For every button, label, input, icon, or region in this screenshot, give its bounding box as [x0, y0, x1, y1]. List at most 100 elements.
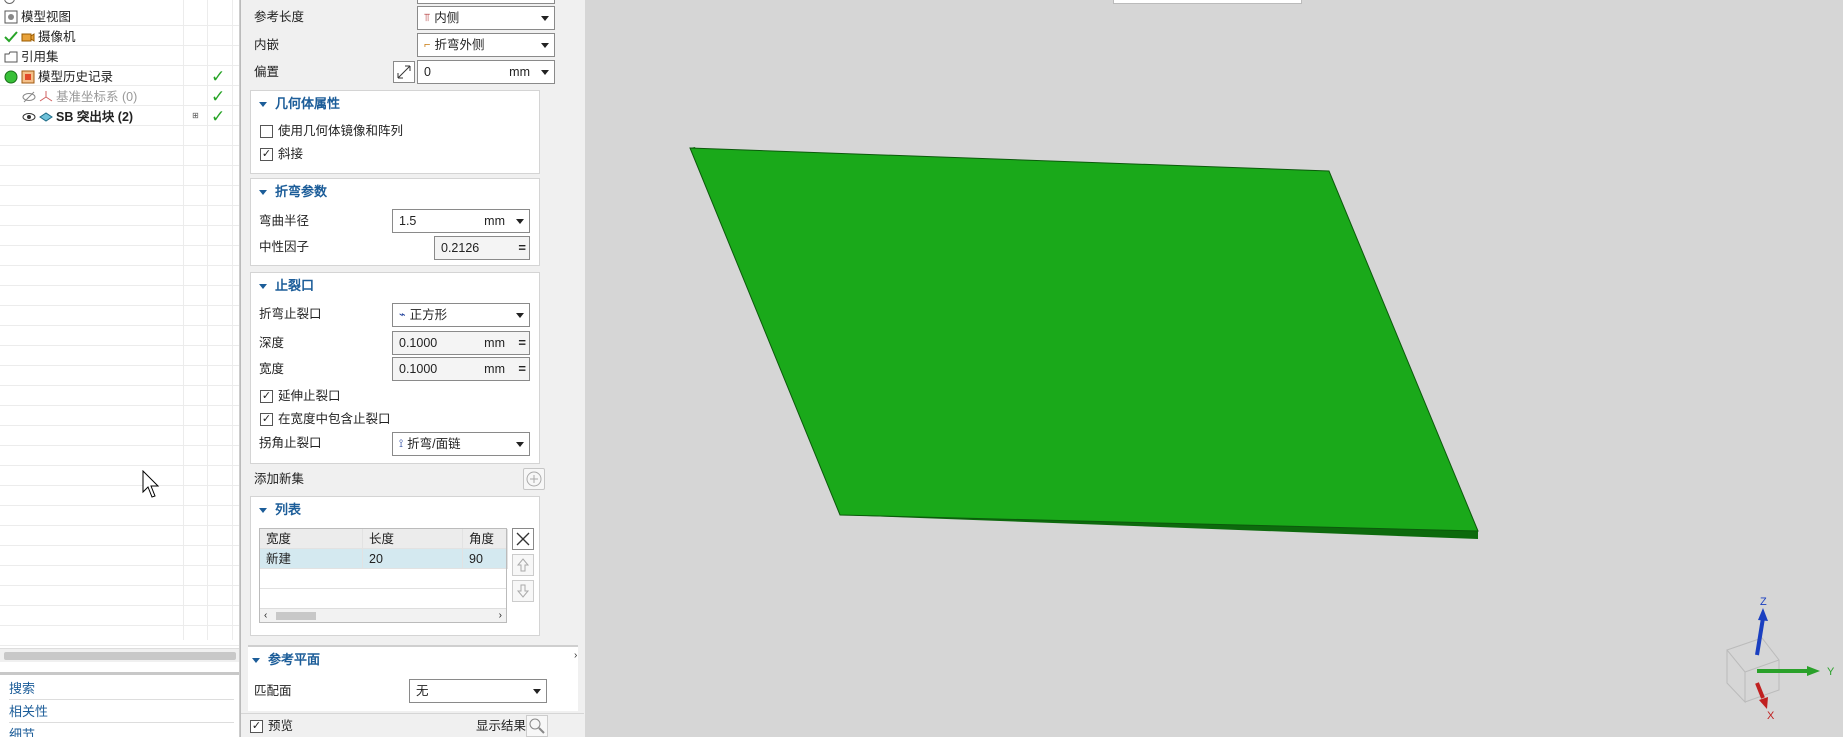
column-header-angle[interactable]: 角度 — [463, 529, 508, 549]
offset-input[interactable]: 0 mm — [417, 60, 555, 84]
k-factor-label: 中性因子 — [259, 240, 310, 254]
check-icon: ✓ — [211, 67, 226, 86]
move-down-button[interactable] — [512, 580, 534, 602]
offset-measure-button[interactable] — [393, 61, 415, 83]
show-result-button[interactable] — [526, 715, 548, 737]
tree-item-label: SB 突出块 (2) — [56, 110, 134, 124]
list-group: 列表 宽度 长度 角度 新建 20 90 ‹ › — [250, 496, 540, 636]
scroll-left-icon[interactable]: ‹ — [264, 609, 267, 623]
arrow-down-icon — [516, 584, 530, 598]
chevron-down-icon — [541, 70, 549, 75]
depth-label: 深度 — [259, 336, 285, 350]
column-header-width[interactable]: 宽度 — [260, 529, 363, 549]
navigator-grid-row — [0, 506, 239, 526]
mirror-pattern-checkbox[interactable] — [260, 125, 273, 138]
tree-item-label: 模型视图 — [21, 10, 72, 24]
mirror-pattern-label: 使用几何体镜像和阵列 — [278, 124, 404, 138]
bend-relief-label: 折弯止裂口 — [259, 307, 322, 321]
check-icon: ✓ — [211, 87, 226, 106]
match-face-dropdown[interactable]: 无 — [409, 679, 547, 703]
sheet-metal-plate[interactable] — [689, 147, 1479, 532]
mouse-cursor-icon — [142, 470, 160, 498]
equals-icon[interactable]: = — [518, 237, 526, 259]
bend-radius-unit: mm — [484, 214, 505, 228]
bend-parameters-group: 折弯参数 弯曲半径 1.5 mm 中性因子 0.2126 = — [250, 178, 540, 266]
relief-header[interactable]: 止裂口 — [259, 276, 314, 296]
viewport-canvas[interactable]: Z Y X — [592, 0, 1843, 737]
relief-group: 止裂口 折弯止裂口 ⌁ 正方形 深度 0.1000 mm = 宽度 0.1000… — [250, 272, 540, 464]
scroll-right-icon[interactable]: › — [499, 609, 502, 623]
collapse-icon — [252, 657, 260, 663]
view-triad[interactable]: Z Y X — [1726, 596, 1835, 722]
table-header-row: 宽度 长度 角度 — [260, 529, 508, 549]
column-header-length[interactable]: 长度 — [363, 529, 463, 549]
set-list-table: 宽度 长度 角度 新建 20 90 ‹ › — [259, 528, 508, 623]
inset-value: 折弯外侧 — [434, 38, 485, 52]
add-new-set-button[interactable] — [523, 468, 545, 490]
tree-item-tab-feature[interactable]: SB 突出块 (2) — [22, 107, 133, 127]
offset-label: 偏置 — [254, 65, 280, 79]
navigator-grid-row — [0, 426, 239, 446]
extend-relief-checkbox[interactable]: ✓ — [260, 390, 273, 403]
depth-input[interactable]: 0.1000 mm = — [392, 331, 530, 355]
include-relief-label: 在宽度中包含止裂口 — [278, 412, 391, 426]
visible-eye-icon — [22, 110, 36, 124]
equals-icon[interactable]: = — [518, 358, 526, 380]
table-row[interactable]: 新建 20 90 — [260, 549, 508, 569]
tree-item-label: 摄像机 — [38, 30, 76, 44]
navigator-grid-row — [0, 246, 239, 266]
bend-parameters-header[interactable]: 折弯参数 — [259, 182, 327, 202]
navigator-splitter[interactable] — [0, 672, 239, 675]
navigator-grid-row — [0, 206, 239, 226]
cell-angle: 90 — [463, 549, 508, 569]
z-axis — [1755, 617, 1765, 656]
nav-link-search[interactable]: 搜索 — [9, 678, 234, 700]
preview-checkbox[interactable]: ✓ — [250, 720, 263, 733]
inset-dropdown[interactable]: ⌐ 折弯外侧 — [417, 33, 555, 57]
nav-link-dependencies[interactable]: 相关性 — [9, 701, 234, 723]
list-header[interactable]: 列表 — [259, 500, 301, 520]
tree-item-cameras[interactable]: 摄像机 — [4, 27, 76, 47]
nav-link-details[interactable]: 细节 — [9, 724, 234, 737]
bend-radius-input[interactable]: 1.5 mm — [392, 209, 530, 233]
navigator-grid-row — [0, 126, 239, 146]
geometry-properties-header[interactable]: 几何体属性 — [259, 94, 340, 114]
graphics-viewport[interactable]: Z Y X — [592, 0, 1843, 737]
inset-label: 内嵌 — [254, 38, 280, 52]
bend-relief-dropdown[interactable]: ⌁ 正方形 — [392, 303, 530, 327]
move-up-button[interactable] — [512, 554, 534, 576]
tree-item-model-history[interactable]: 模型历史记录 — [4, 67, 113, 87]
tree-item-model-views[interactable]: 模型视图 — [4, 7, 71, 27]
group-title: 列表 — [275, 502, 302, 517]
navigator-grid-row — [0, 566, 239, 586]
show-result-label[interactable]: 显示结果 — [476, 718, 526, 734]
navigator-horizontal-scrollbar[interactable] — [0, 648, 239, 662]
k-factor-input[interactable]: 0.2126 = — [434, 236, 530, 260]
equals-icon[interactable]: = — [518, 332, 526, 354]
corner-relief-dropdown[interactable]: ⟟ 折弯/面链 — [392, 432, 530, 456]
scroll-thumb[interactable] — [276, 612, 316, 620]
expand-right-icon[interactable]: › — [574, 650, 584, 666]
table-horizontal-scrollbar[interactable]: ‹ › — [260, 608, 506, 622]
group-title: 折弯参数 — [275, 184, 328, 199]
delete-row-button[interactable] — [512, 528, 534, 550]
chevron-down-icon — [516, 219, 524, 224]
width-input[interactable]: 0.1000 mm = — [392, 357, 530, 381]
reference-plane-header[interactable]: 参考平面 — [252, 650, 320, 670]
partial-dropdown[interactable] — [417, 0, 555, 4]
history-icon — [21, 70, 35, 84]
tree-item-reference-sets[interactable]: 引用集 — [4, 47, 59, 67]
dialog-bottom-bar: ✓ 预览 显示结果 — [241, 713, 584, 737]
magnifier-icon — [529, 718, 545, 734]
navigator-grid-row — [0, 546, 239, 566]
tree-item-datum-csys[interactable]: 基准坐标系 (0) — [22, 87, 137, 107]
preview-label: 预览 — [268, 719, 294, 733]
depth-unit: mm — [484, 336, 505, 350]
collapse-icon — [259, 283, 267, 289]
navigator-grid-row — [0, 326, 239, 346]
dependency-icon: ⊞ — [192, 111, 199, 120]
include-relief-checkbox[interactable]: ✓ — [260, 413, 273, 426]
ref-length-dropdown[interactable]: ⫪ 内侧 — [417, 6, 555, 30]
cell-width: 新建 — [260, 549, 363, 569]
miter-checkbox[interactable]: ✓ — [260, 148, 273, 161]
